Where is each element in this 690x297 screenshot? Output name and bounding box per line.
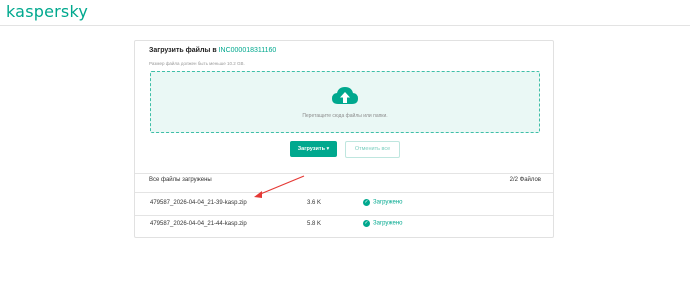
check-circle-icon: ✓ [363,199,370,206]
check-circle-icon: ✓ [363,220,370,227]
drop-zone[interactable]: Перетащите сюда файлы или папки. [150,71,540,133]
file-name: 479587_2026-04-04_21-44-kasp.zip [150,221,247,227]
file-status-text: Загружено [373,220,403,227]
upload-title-prefix: Загрузить файлы в [149,47,217,54]
kaspersky-logo[interactable]: kaspersky [6,2,88,21]
file-row: 479587_2026-04-04_21-39-kasp.zip 3.6 K ✓… [135,194,553,214]
cancel-all-button[interactable]: Отменить все [345,141,400,158]
size-hint: Размер файла должен быть меньше 10.2 GB. [149,61,245,66]
upload-button[interactable]: Загрузить ▾ [290,141,337,157]
file-size: 3.6 K [307,200,322,206]
file-status: ✓ Загружено [363,199,403,206]
top-bar: kaspersky [0,0,690,26]
divider [135,192,553,193]
file-name: 479587_2026-04-04_21-39-kasp.zip [150,200,247,206]
file-status: ✓ Загружено [363,220,403,227]
divider [135,173,553,174]
files-count: 2/2 Файлов [509,177,541,183]
cloud-upload-icon [332,87,358,104]
file-status-text: Загружено [373,199,403,206]
file-row: 479587_2026-04-04_21-44-kasp.zip 5.8 K ✓… [135,215,553,235]
file-size: 5.8 K [307,221,322,227]
upload-card: Загрузить файлы в INC000018311160 Размер… [134,40,554,238]
files-summary: Все файлы загружены [149,177,212,183]
page-content: Загрузить файлы в INC000018311160 Размер… [0,26,690,297]
upload-title: Загрузить файлы в INC000018311160 [149,47,276,54]
drop-text: Перетащите сюда файлы или папки. [302,113,388,119]
incident-link[interactable]: INC000018311160 [219,47,277,54]
